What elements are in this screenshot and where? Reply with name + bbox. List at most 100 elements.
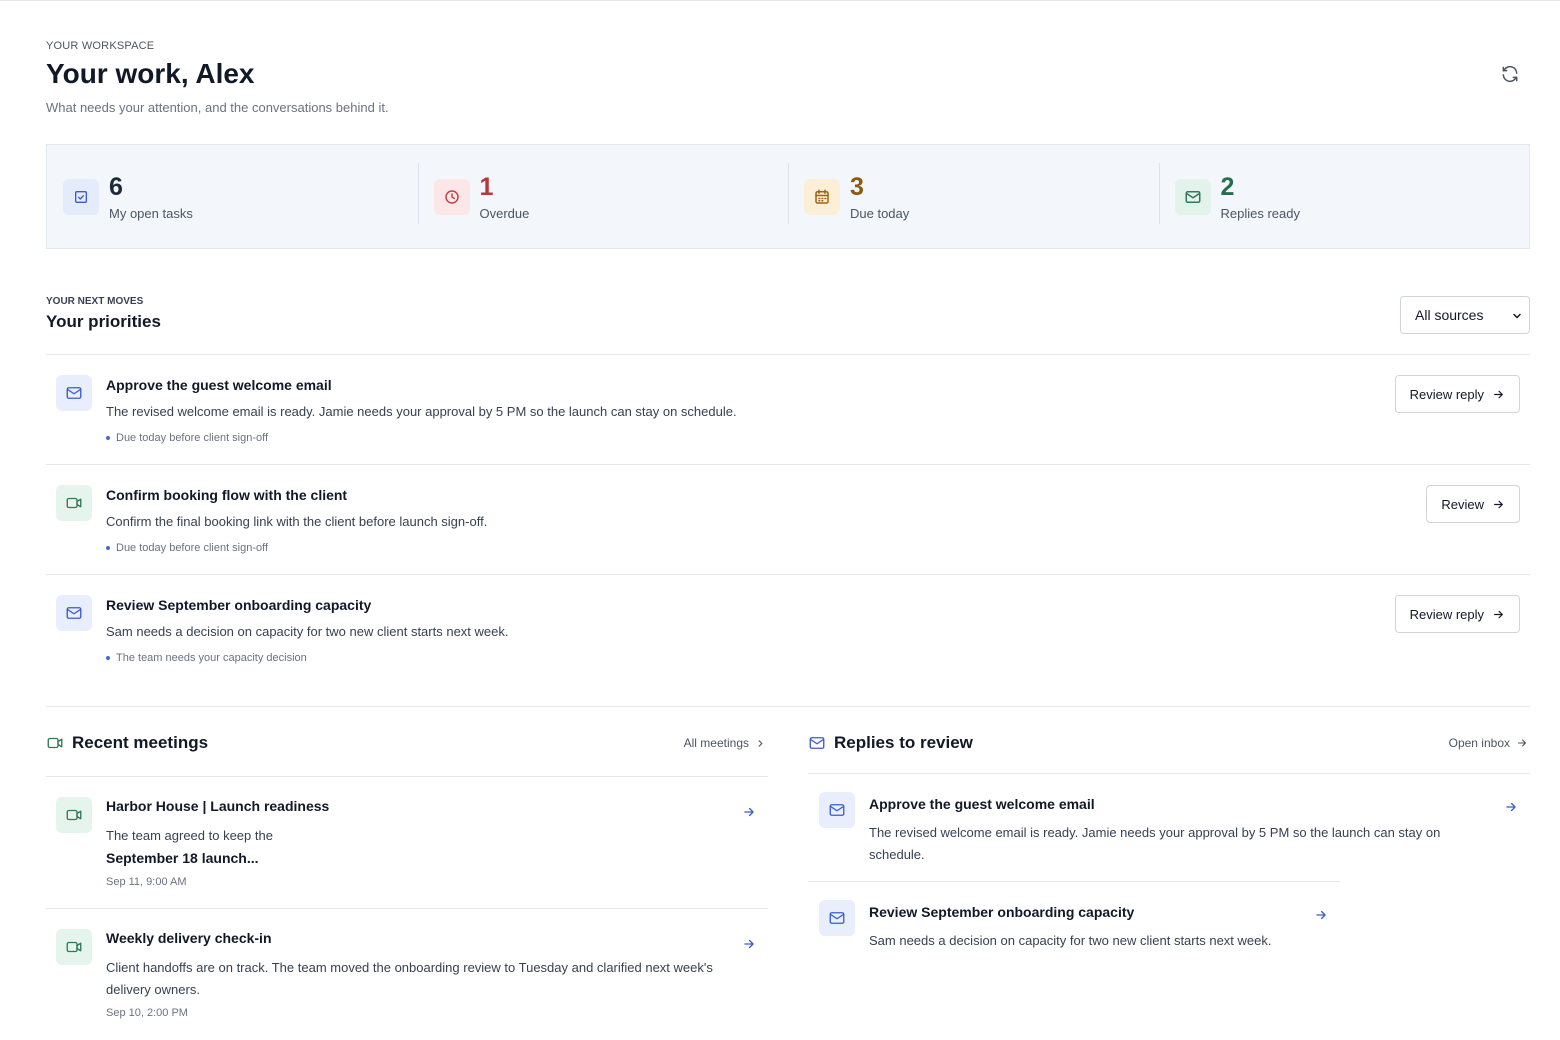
bullet-dot	[106, 546, 110, 550]
refresh-icon[interactable]	[1500, 64, 1522, 86]
page-header: YOUR WORKSPACE Your work, Alex What need…	[46, 40, 1530, 120]
replies-list: Approve the guest welcome email The revi…	[808, 773, 1530, 961]
priorities-eyebrow: YOUR NEXT MOVES	[46, 296, 144, 307]
meeting-description: Client handoffs are on track. The team m…	[106, 960, 713, 997]
arrow-right-icon	[1494, 390, 1503, 398]
stat-overdue[interactable]: 1 Overdue	[417, 145, 789, 248]
reply-title: Review September onboarding capacity	[869, 904, 1135, 920]
checkbox-icon	[63, 178, 99, 215]
priority-item: Approve the guest welcome email The revi…	[46, 354, 1530, 464]
calendar-icon	[804, 178, 840, 215]
page-subtitle: What needs your attention, and the conve…	[46, 100, 389, 115]
stat-replies-ready[interactable]: 2 Replies ready	[1158, 145, 1530, 248]
arrow-right-icon[interactable]	[1314, 908, 1328, 927]
priority-note: The team needs your capacity decision	[106, 652, 307, 664]
chevron-down-icon	[1511, 309, 1523, 325]
stats-bar: 6 My open tasks 1 Overdue 3 Due today 2 …	[46, 144, 1530, 249]
page-title: Your work, Alex	[46, 58, 255, 89]
arrow-right-icon[interactable]	[1504, 800, 1518, 819]
video-icon	[56, 797, 92, 833]
stat-value: 3	[850, 172, 864, 201]
reply-description: Sam needs a decision on capacity for two…	[869, 933, 1272, 948]
priority-description: The revised welcome email is ready. Jami…	[106, 404, 737, 419]
priority-title: Review September onboarding capacity	[106, 597, 372, 613]
arrow-right-icon[interactable]	[742, 937, 756, 956]
reply-description: The revised welcome email is ready. Jami…	[869, 825, 1441, 862]
priority-title: Approve the guest welcome email	[106, 377, 332, 393]
source-filter-select[interactable]: All sources	[1400, 296, 1530, 334]
meeting-title: Weekly delivery check-in	[106, 930, 272, 946]
stat-due-today[interactable]: 3 Due today	[788, 145, 1159, 248]
bullet-dot	[106, 436, 110, 440]
arrow-right-icon	[1517, 739, 1527, 747]
bullet-dot	[106, 656, 110, 660]
priority-description: Sam needs a decision on capacity for two…	[106, 624, 509, 639]
stat-label: Replies ready	[1220, 205, 1301, 221]
priority-note-text: Due today before client sign-off	[116, 432, 269, 444]
stat-label: My open tasks	[109, 205, 193, 221]
link-label: All meetings	[683, 736, 749, 750]
replies-title: Replies to review	[834, 733, 973, 752]
meeting-description-text: The team agreed to keep the	[106, 828, 273, 843]
priorities-list: Approve the guest welcome email The revi…	[46, 354, 1530, 684]
video-icon	[56, 485, 92, 521]
reply-title: Approve the guest welcome email	[869, 796, 1095, 812]
meeting-item[interactable]: Harbor House | Launch readiness The team…	[46, 776, 768, 908]
mail-icon	[1174, 178, 1211, 215]
priority-note: Due today before client sign-off	[106, 542, 268, 554]
stat-open-tasks[interactable]: 6 My open tasks	[47, 145, 418, 248]
priority-note-text: The team needs your capacity decision	[116, 652, 307, 664]
video-icon	[46, 734, 64, 752]
priority-note: Due today before client sign-off	[106, 432, 268, 444]
link-label: Open inbox	[1448, 736, 1510, 750]
source-filter-value: All sources	[1415, 307, 1484, 323]
arrow-right-icon	[1494, 500, 1503, 508]
workspace-eyebrow: YOUR WORKSPACE	[46, 40, 155, 52]
priority-description: Confirm the final booking link with the …	[106, 514, 488, 529]
stat-label: Overdue	[479, 205, 530, 221]
priority-title: Confirm booking flow with the client	[106, 487, 348, 503]
meetings-list: Harbor House | Launch readiness The team…	[46, 776, 768, 1040]
button-label: Review reply	[1409, 606, 1484, 622]
meeting-description-bold: September 18 launch...	[106, 850, 259, 866]
review-button[interactable]: Review	[1426, 485, 1520, 523]
mail-icon	[56, 375, 92, 411]
arrow-right-icon	[1494, 610, 1503, 618]
button-label: Review reply	[1409, 386, 1484, 402]
meeting-title: Harbor House | Launch readiness	[106, 798, 330, 814]
meeting-time: Sep 10, 2:00 PM	[106, 1007, 188, 1019]
meeting-time: Sep 11, 9:00 AM	[106, 876, 187, 888]
priorities-title: Your priorities	[46, 312, 161, 331]
mail-icon	[808, 734, 826, 752]
stat-value: 1	[479, 172, 494, 201]
recent-meetings-panel: Recent meetings All meetings Harbor Hous…	[46, 726, 768, 1019]
reply-item[interactable]: Review September onboarding capacity Sam…	[808, 881, 1340, 961]
reply-item[interactable]: Approve the guest welcome email The revi…	[808, 773, 1530, 881]
stat-value: 2	[1220, 172, 1235, 201]
mail-icon	[56, 595, 92, 631]
all-meetings-link[interactable]: All meetings	[684, 736, 766, 750]
section-divider	[46, 706, 1530, 707]
stat-label: Due today	[850, 205, 910, 221]
meetings-header: Recent meetings All meetings	[46, 726, 768, 760]
meetings-title: Recent meetings	[72, 733, 209, 752]
mail-icon	[819, 900, 855, 936]
button-label: Review	[1441, 496, 1484, 512]
review-reply-button[interactable]: Review reply	[1394, 595, 1520, 633]
arrow-right-icon[interactable]	[742, 805, 756, 824]
mail-icon	[819, 792, 855, 828]
priorities-header: YOUR NEXT MOVES Your priorities All sour…	[46, 296, 1530, 340]
replies-panel: Replies to review Open inbox Approve the…	[808, 726, 1530, 948]
priority-note-text: Due today before client sign-off	[116, 542, 269, 554]
top-border	[0, 0, 1560, 1]
open-inbox-link[interactable]: Open inbox	[1449, 736, 1528, 750]
video-icon	[56, 929, 92, 965]
meeting-item[interactable]: Weekly delivery check-in Client handoffs…	[46, 908, 768, 1040]
priority-item: Confirm booking flow with the client Con…	[46, 464, 1530, 574]
meeting-description: The team agreed to keep the September 18…	[106, 825, 726, 870]
priority-item: Review September onboarding capacity Sam…	[46, 574, 1530, 684]
review-reply-button[interactable]: Review reply	[1394, 375, 1520, 413]
chevron-right-icon	[758, 739, 763, 747]
stat-value: 6	[109, 172, 123, 201]
replies-header: Replies to review Open inbox	[808, 726, 1530, 760]
